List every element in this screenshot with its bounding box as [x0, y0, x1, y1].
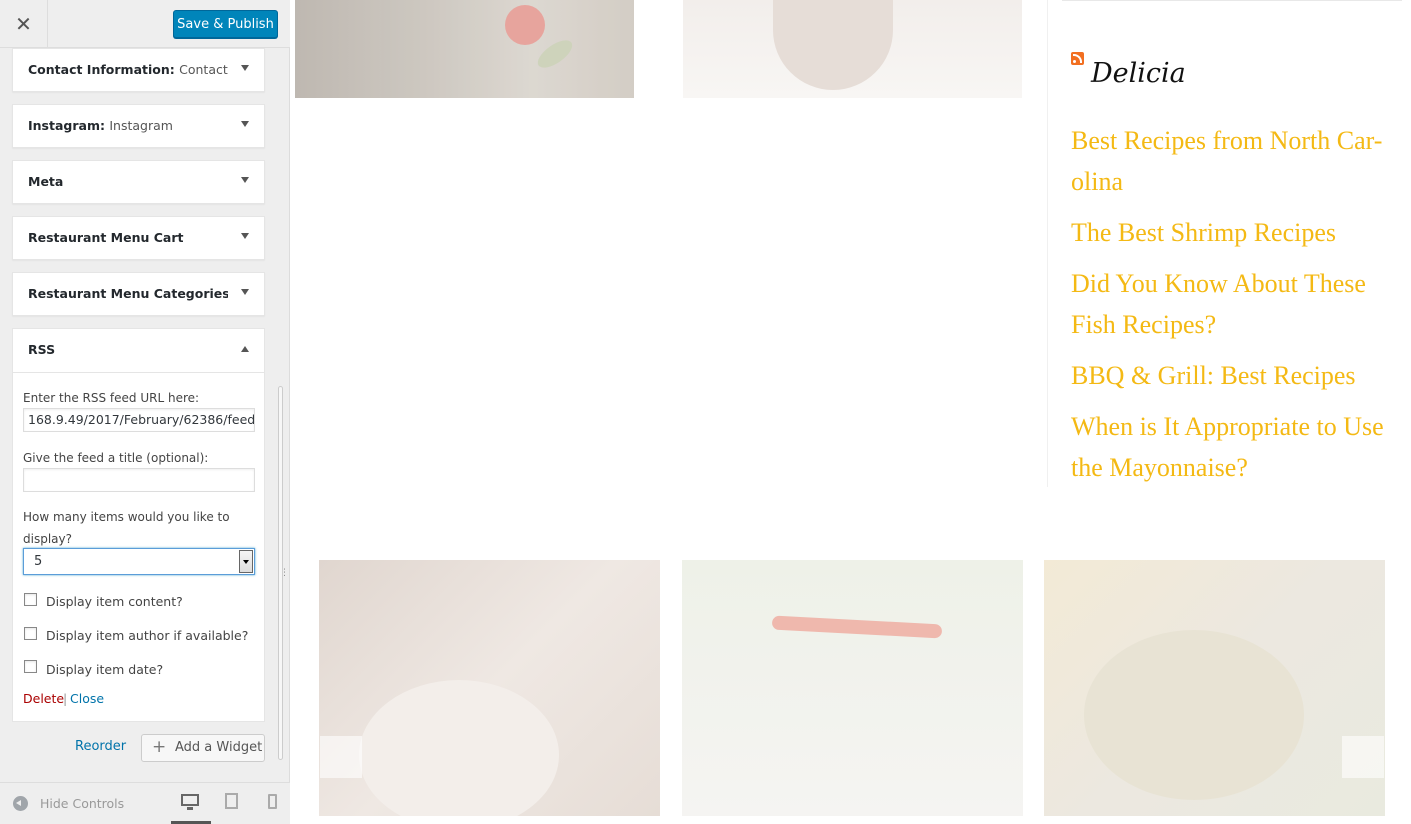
widget-subtitle: Contact... [179, 62, 228, 77]
close-link[interactable]: Close [70, 691, 104, 706]
widget-title-label: Instagram: [28, 118, 105, 133]
panel-header: ✕ Save & Publish [0, 0, 290, 48]
hide-controls-button[interactable]: Hide Controls [40, 796, 124, 811]
mobile-icon[interactable] [268, 794, 277, 809]
tablet-icon[interactable] [225, 793, 238, 809]
divider [1062, 0, 1402, 1]
save-publish-button[interactable]: Save & Publish [173, 10, 278, 38]
display-author-checkbox[interactable] [24, 627, 37, 640]
widget-title: RSS [28, 342, 56, 357]
arrow-down-icon[interactable] [241, 177, 249, 183]
reorder-link[interactable]: Reorder [75, 739, 126, 754]
widget-title: Restaurant Menu Categories [28, 286, 228, 301]
post-link[interactable]: When is It Appropriate to Use the Mayonn… [1071, 406, 1401, 488]
rss-widget-title[interactable]: Delicia [1091, 58, 1186, 89]
add-widget-label: Add a Widget [175, 740, 263, 755]
widget-subtitle: Instagram [109, 118, 173, 133]
post-link[interactable]: Did You Know About These Fish Recipes? [1071, 263, 1401, 345]
resize-grip-icon[interactable]: ⋮ [280, 568, 289, 578]
arrow-down-icon[interactable] [241, 289, 249, 295]
rss-icon[interactable] [1071, 52, 1084, 65]
rss-post-list: Best Recipes from North Car-olina The Be… [1071, 120, 1401, 498]
add-widget-button[interactable]: + Add a Widget [141, 734, 265, 762]
rss-url-input[interactable]: 168.9.49/2017/February/62386/feed [23, 408, 255, 432]
panel-footer: Hide Controls [0, 782, 290, 824]
arrow-down-icon[interactable] [241, 121, 249, 127]
widget-meta[interactable]: Meta [12, 160, 265, 204]
display-author-label: Display item author if available? [46, 628, 249, 643]
delete-link[interactable]: Delete [23, 691, 64, 706]
slider-prev-button[interactable] [320, 736, 362, 778]
food-image [682, 560, 1023, 816]
close-icon[interactable]: ✕ [0, 0, 48, 47]
items-count-value: 5 [34, 554, 43, 569]
widget-restaurant-menu-cart[interactable]: Restaurant Menu Cart [12, 216, 265, 260]
feed-title-input[interactable] [23, 468, 255, 492]
widget-rss: RSS Enter the RSS feed URL here: 168.9.4… [12, 328, 265, 722]
plus-icon: + [152, 737, 167, 757]
post-link[interactable]: Best Recipes from North Car-olina [1071, 120, 1401, 202]
rss-widget-header[interactable]: RSS [13, 329, 264, 373]
feed-title-label: Give the feed a title (optional): [23, 451, 209, 465]
salad-image [1044, 560, 1385, 816]
link-separator: | [63, 691, 68, 706]
rss-url-label: Enter the RSS feed URL here: [23, 391, 200, 405]
widget-title: Meta [28, 174, 64, 189]
slider-next-button[interactable] [1342, 736, 1384, 778]
arrow-down-icon[interactable] [241, 233, 249, 239]
display-date-checkbox[interactable] [24, 660, 37, 673]
desktop-icon[interactable] [181, 794, 199, 810]
widget-title: Instagram: Instagram [28, 105, 173, 147]
food-image [683, 0, 1022, 98]
widget-contact-information[interactable]: Contact Information: Contact... [12, 48, 265, 92]
arrow-up-icon[interactable] [241, 346, 249, 352]
post-link[interactable]: The Best Shrimp Recipes [1071, 212, 1401, 253]
display-content-label: Display item content? [46, 594, 183, 609]
items-count-label-cont: display? [23, 532, 72, 546]
widget-restaurant-menu-categories[interactable]: Restaurant Menu Categories [12, 272, 265, 316]
chevron-down-icon[interactable] [239, 550, 253, 573]
items-count-select[interactable]: 5 [23, 548, 255, 575]
widget-title: Restaurant Menu Cart [28, 230, 184, 245]
food-image [295, 0, 634, 98]
site-preview: Delicia Best Recipes from North Car-olin… [290, 0, 1411, 824]
post-link[interactable]: BBQ & Grill: Best Recipes [1071, 355, 1401, 396]
cupcake-image [319, 560, 660, 816]
widget-title: Contact Information: Contact... [28, 49, 228, 91]
display-content-checkbox[interactable] [24, 593, 37, 606]
widget-instagram[interactable]: Instagram: Instagram [12, 104, 265, 148]
widget-title-label: Contact Information: [28, 62, 175, 77]
items-count-label: How many items would you like to [23, 510, 230, 524]
display-date-label: Display item date? [46, 662, 164, 677]
customizer-panel: ✕ Save & Publish Contact Information: Co… [0, 0, 290, 824]
arrow-down-icon[interactable] [241, 65, 249, 71]
hide-controls-icon[interactable] [13, 796, 28, 811]
